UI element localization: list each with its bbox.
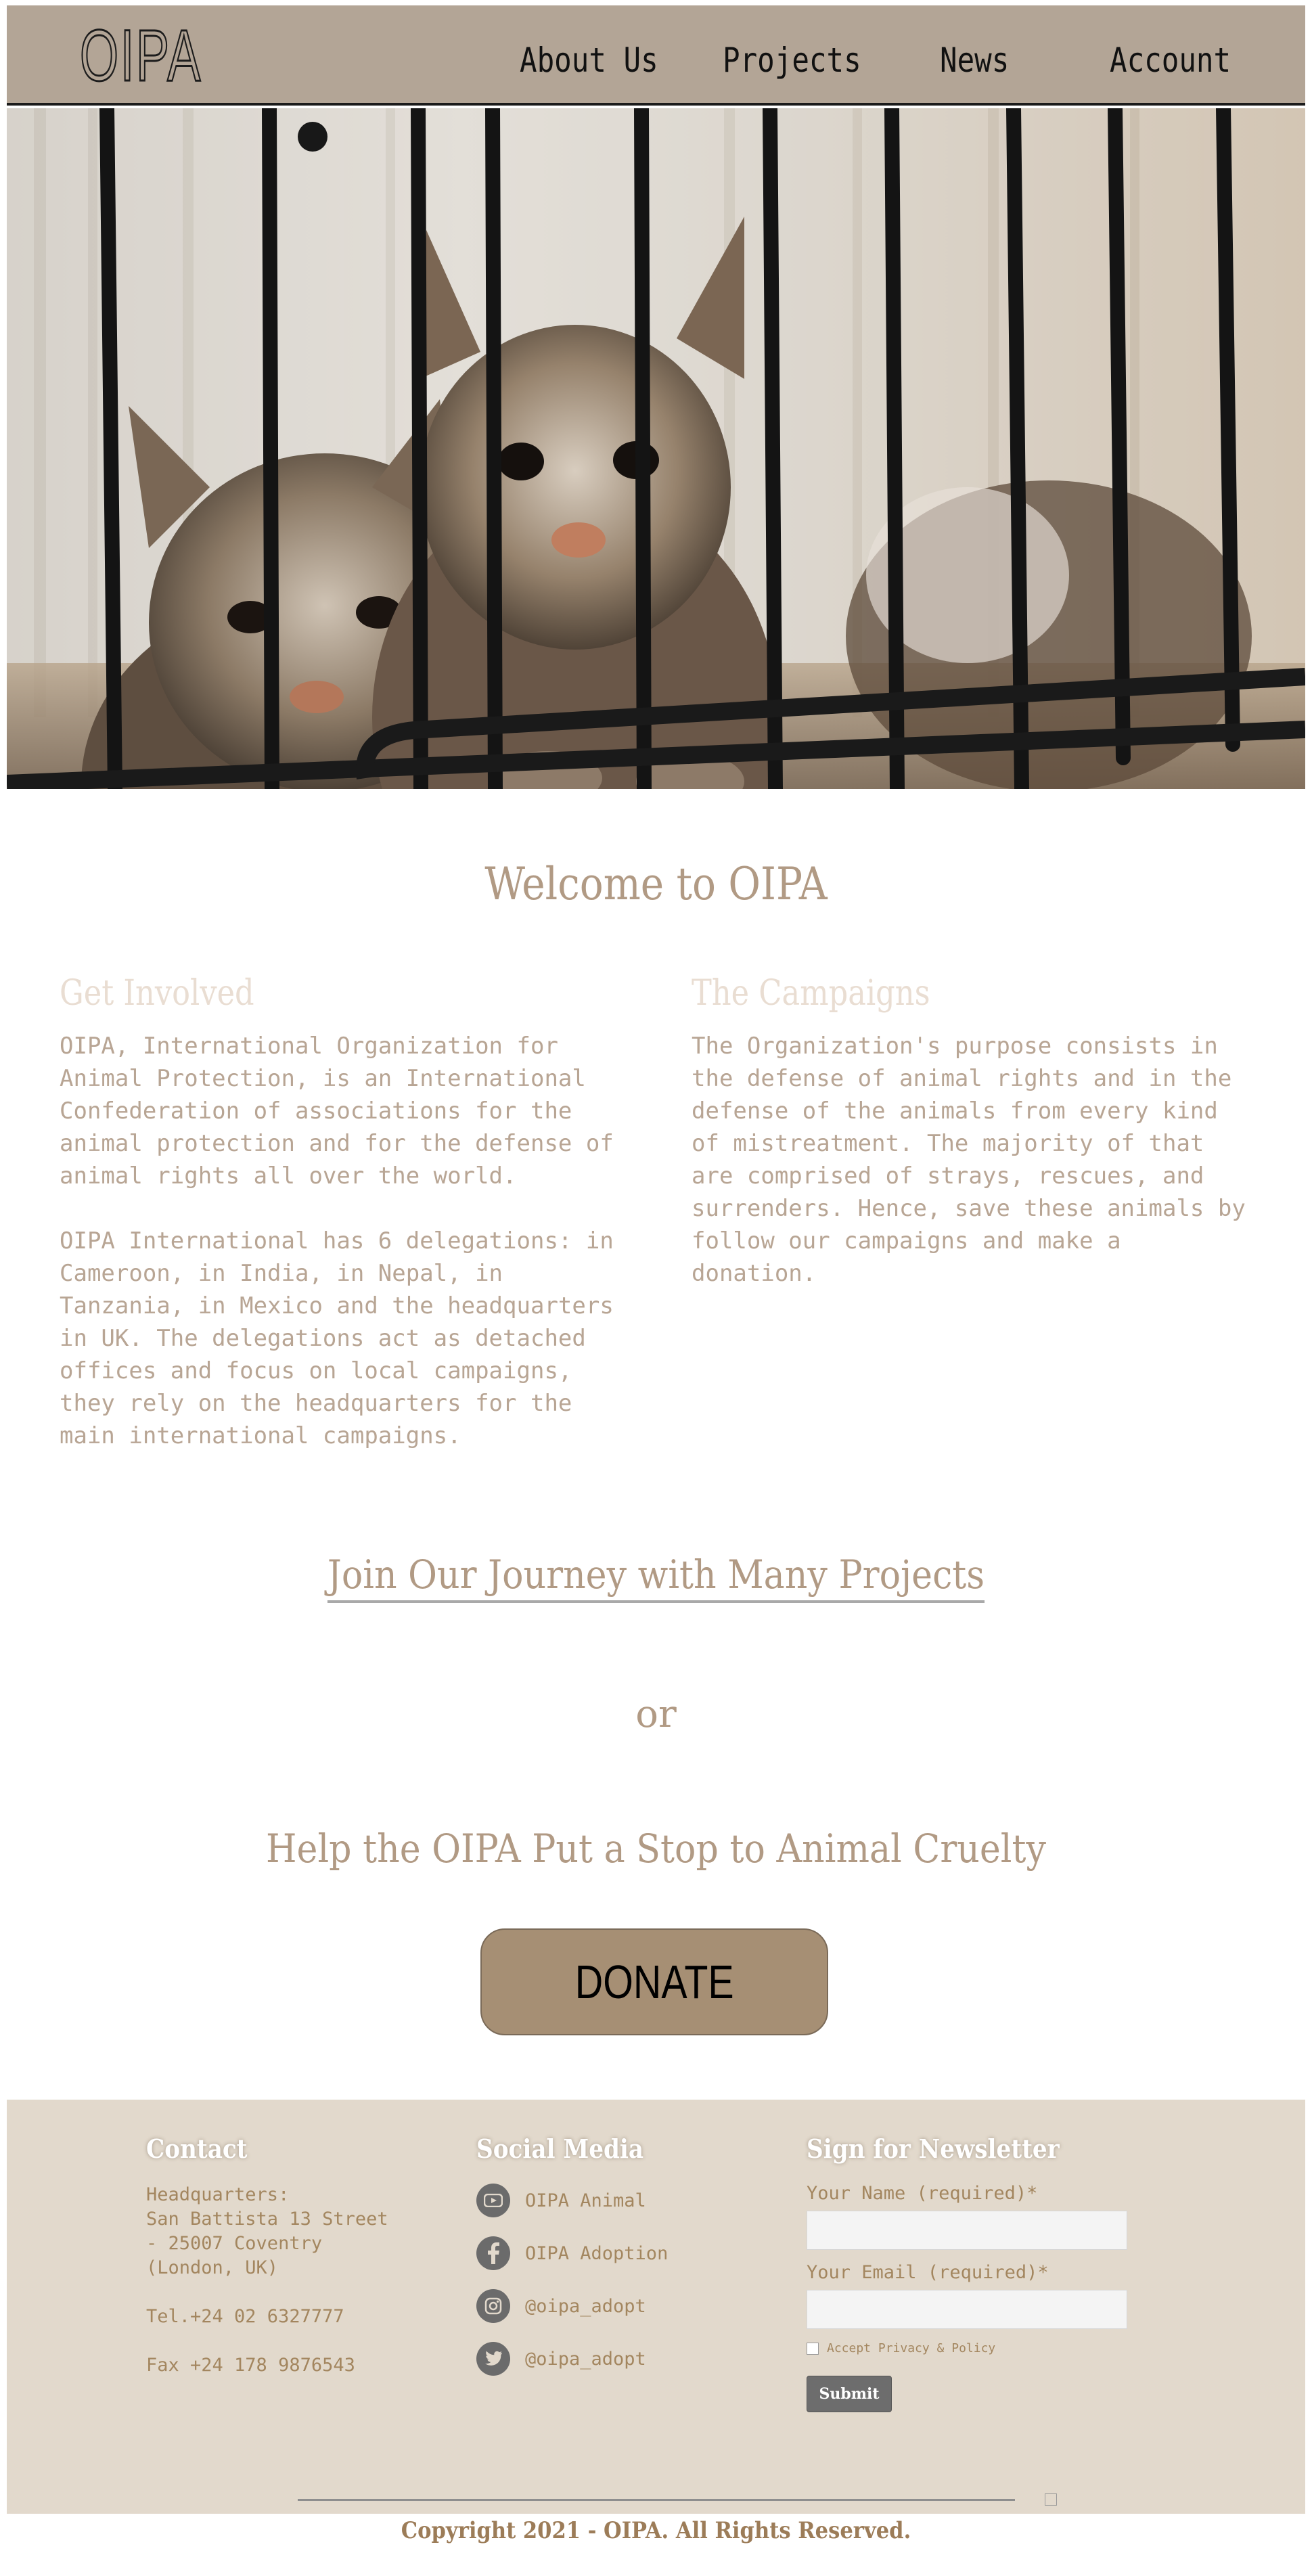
contact-title: Contact [146, 2133, 248, 2164]
copyright-text: Copyright 2021 - OIPA. All Rights Reserv… [401, 2517, 911, 2544]
email-field[interactable] [807, 2290, 1127, 2329]
footer-divider [298, 2499, 1015, 2501]
social-title: Social Media [476, 2133, 644, 2164]
donate-label: DONATE [574, 1956, 734, 2008]
nav-about-us[interactable]: About Us [520, 41, 658, 80]
youtube-icon[interactable] [476, 2184, 510, 2217]
privacy-label[interactable]: Accept Privacy & Policy [827, 2341, 995, 2355]
social-twitter-label[interactable]: @oipa_adopt [525, 2349, 646, 2370]
hero-image [7, 108, 1305, 789]
site-footer: Contact Headquarters: San Battista 13 St… [7, 2100, 1305, 2514]
kittens-cage-illustration [7, 108, 1305, 789]
get-involved-title: Get Involved [60, 973, 254, 1014]
campaigns-paragraph: The Organization's purpose consists in t… [692, 1033, 1246, 1287]
social-twitter[interactable]: @oipa_adopt [476, 2341, 668, 2376]
social-facebook-label[interactable]: OIPA Adoption [525, 2243, 668, 2264]
contact-phone: Tel.+24 02 6327777 [146, 2306, 344, 2327]
get-involved-paragraph-1: OIPA, International Organization for Ani… [60, 1033, 614, 1190]
back-to-top-icon[interactable] [1045, 2493, 1057, 2506]
privacy-checkbox[interactable] [807, 2342, 819, 2355]
get-involved-section: Get Involved OIPA, International Organiz… [60, 973, 621, 1452]
nav-account[interactable]: Account [1110, 41, 1231, 80]
social-youtube-label[interactable]: OIPA Animal [525, 2190, 646, 2211]
help-stop-cruelty-text: Help the OIPA Put a Stop to Animal Cruel… [266, 1826, 1046, 1872]
footer-social: Social Media OIPA Animal OIPA Adoption @… [476, 2133, 668, 2394]
welcome-heading: Welcome to OIPA [484, 858, 828, 910]
submit-button[interactable]: Submit [807, 2376, 892, 2412]
instagram-icon[interactable] [476, 2289, 510, 2323]
campaigns-title: The Campaigns [692, 973, 930, 1014]
newsletter-title: Sign for Newsletter [807, 2133, 1060, 2164]
main-nav: About Us Projects News Account [7, 41, 1305, 81]
site-header: OIPA About Us Projects News Account [7, 5, 1305, 106]
email-field-label: Your Email (required)* [807, 2262, 1049, 2283]
social-instagram[interactable]: @oipa_adopt [476, 2288, 668, 2324]
privacy-consent[interactable]: Accept Privacy & Policy [807, 2341, 1127, 2355]
contact-address: Headquarters: San Battista 13 Street - 2… [146, 2184, 388, 2278]
name-field-label: Your Name (required)* [807, 2183, 1038, 2204]
social-facebook[interactable]: OIPA Adoption [476, 2236, 668, 2271]
nav-projects[interactable]: Projects [723, 41, 861, 80]
facebook-icon[interactable] [476, 2236, 510, 2270]
footer-newsletter: Sign for Newsletter Your Name (required)… [807, 2133, 1127, 2412]
social-instagram-label[interactable]: @oipa_adopt [525, 2296, 646, 2317]
join-projects-link[interactable]: Join Our Journey with Many Projects [72, 1552, 1240, 1603]
donate-button[interactable]: DONATE [480, 1928, 828, 2035]
or-text: or [635, 1692, 677, 1736]
social-youtube[interactable]: OIPA Animal [476, 2183, 668, 2218]
campaigns-section: The Campaigns The Organization's purpose… [692, 973, 1253, 1290]
name-field[interactable] [807, 2211, 1127, 2250]
contact-fax: Fax +24 178 9876543 [146, 2355, 355, 2376]
footer-contact: Contact Headquarters: San Battista 13 St… [146, 2133, 388, 2378]
get-involved-paragraph-2: OIPA International has 6 delegations: in… [60, 1227, 614, 1449]
twitter-icon[interactable] [476, 2342, 510, 2376]
join-projects-text[interactable]: Join Our Journey with Many Projects [327, 1552, 985, 1603]
nav-news[interactable]: News [940, 41, 1009, 80]
